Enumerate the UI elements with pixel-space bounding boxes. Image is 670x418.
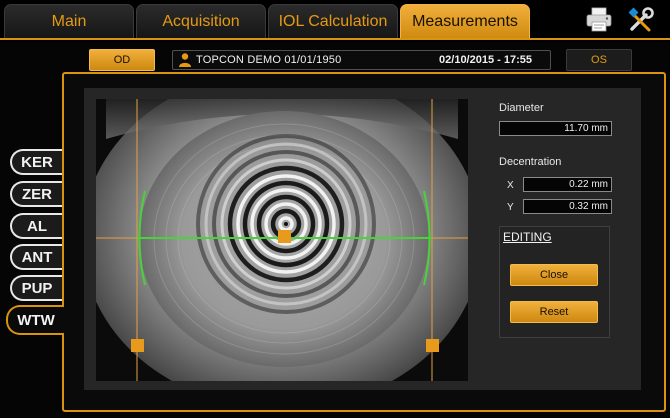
y-value-field: 0.32 mm: [523, 199, 612, 214]
tab-acquisition[interactable]: Acquisition: [136, 4, 266, 38]
top-tab-bar: Main Acquisition IOL Calculation Measure…: [0, 0, 670, 42]
os-eye-button[interactable]: OS: [566, 49, 632, 71]
eye-image[interactable]: [96, 99, 468, 381]
x-value-field: 0.22 mm: [523, 177, 612, 192]
printer-icon[interactable]: [585, 6, 613, 34]
side-tab-wtw[interactable]: WTW: [6, 305, 64, 335]
diameter-value-field: 11.70 mm: [499, 121, 612, 136]
eye-image-view[interactable]: [96, 99, 468, 381]
exam-datetime: 02/10/2015 - 17:55: [439, 54, 532, 66]
y-label: Y: [507, 202, 514, 213]
tab-underline: [0, 38, 670, 40]
side-tab-zer[interactable]: ZER: [10, 181, 62, 207]
od-eye-button[interactable]: OD: [89, 49, 155, 71]
close-button[interactable]: Close: [510, 264, 598, 286]
decentration-label: Decentration: [499, 156, 562, 168]
side-tab-pup[interactable]: PUP: [10, 275, 62, 301]
tools-icon[interactable]: [627, 6, 655, 34]
tab-main[interactable]: Main: [4, 4, 134, 38]
diameter-label: Diameter: [499, 102, 544, 114]
patient-info-bar: TOPCON DEMO 01/01/1950 02/10/2015 - 17:5…: [172, 50, 551, 70]
tab-iol-calculation[interactable]: IOL Calculation: [268, 4, 398, 38]
side-tab-ant[interactable]: ANT: [10, 244, 62, 270]
editing-title: EDITING: [503, 230, 552, 244]
reset-button[interactable]: Reset: [510, 301, 598, 323]
side-tab-ker[interactable]: KER: [10, 149, 62, 175]
person-icon: [179, 53, 191, 67]
patient-name: TOPCON DEMO 01/01/1950: [196, 54, 342, 66]
side-tab-al[interactable]: AL: [10, 213, 62, 239]
tab-measurements[interactable]: Measurements: [400, 4, 530, 38]
x-label: X: [507, 180, 514, 191]
